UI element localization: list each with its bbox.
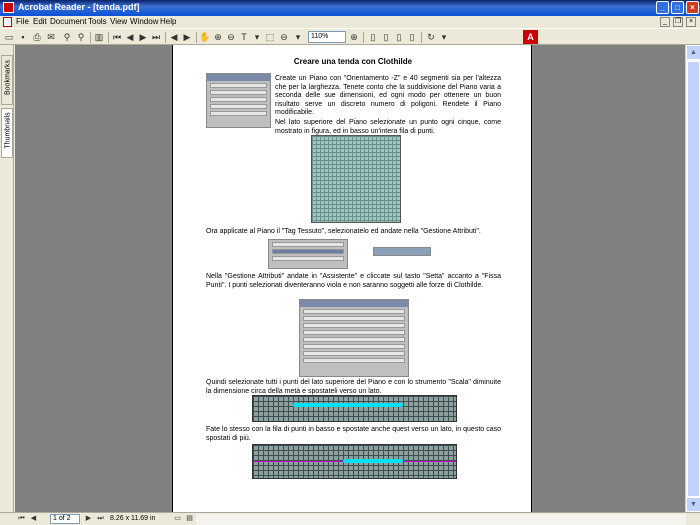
figure-tag-icons [373, 247, 431, 256]
save-icon[interactable]: ▪ [17, 31, 29, 43]
maximize-button[interactable]: □ [671, 1, 684, 14]
zoom-out-icon[interactable]: ⊖ [225, 31, 237, 43]
select-text-tool-icon[interactable]: T [238, 31, 250, 43]
page-title: Creare una tenda con Clothilde [293, 57, 413, 66]
last-page-icon[interactable]: ⏭ [150, 31, 162, 43]
menu-window[interactable]: Window [130, 17, 158, 26]
paragraph-3: Ora applicate al Piano il "Tag Tessuto",… [206, 228, 481, 235]
document-icon[interactable] [3, 17, 12, 27]
minimize-button[interactable]: _ [656, 1, 669, 14]
single-page-icon[interactable]: ▭ [172, 514, 183, 524]
tab-bookmarks[interactable]: Bookmarks [1, 55, 13, 105]
last-page-nav-icon[interactable]: ⏭ [95, 514, 106, 524]
paragraph-5: Quindi selezionate tutti i punti del lat… [206, 379, 501, 395]
page-size: 8.26 x 11.69 in [110, 515, 156, 522]
zoom-in-tool-icon[interactable]: ⊕ [212, 31, 224, 43]
first-page-icon[interactable]: ⏮ [111, 31, 123, 43]
zoom-dropdown-icon[interactable]: ▾ [292, 31, 304, 43]
menu-tools[interactable]: Tools [88, 17, 107, 26]
paragraph-4: Nella "Gestione Attributi" andate in "As… [206, 273, 501, 289]
prev-page-nav-icon[interactable]: ◀ [28, 514, 39, 524]
menu-edit[interactable]: Edit [33, 17, 47, 26]
figure-moved-bottom-row [252, 444, 457, 479]
figure-selected-points [311, 135, 401, 223]
horizontal-scrollbar[interactable] [196, 514, 686, 525]
figure-attribute-manager [299, 299, 409, 377]
paragraph-2: Nel lato superiore del Piano selezionate… [275, 119, 501, 135]
next-page-nav-icon[interactable]: ▶ [83, 514, 94, 524]
fit-width-icon[interactable]: ▯ [393, 31, 405, 43]
figure-context-menu [268, 239, 348, 269]
find-icon[interactable]: ⚲ [75, 31, 87, 43]
status-bar: ⏮ ◀ 1 of 2 ▶ ⏭ 8.26 x 11.69 in ▭ ▤ [0, 512, 700, 525]
figure-scaled-top-row [252, 395, 457, 422]
fit-visible-icon[interactable]: ▯ [406, 31, 418, 43]
zoom-in-button-icon[interactable]: ⊕ [348, 31, 360, 43]
paragraph-1: Create un Piano con "Orientamento -Z" e … [275, 75, 501, 117]
scroll-thumb[interactable] [687, 61, 700, 497]
scroll-down-icon[interactable]: ▼ [686, 497, 700, 512]
window-title: Acrobat Reader - [tenda.pdf] [18, 2, 140, 12]
email-icon[interactable]: ✉ [45, 31, 57, 43]
rotate-dropdown-icon[interactable]: ▾ [438, 31, 450, 43]
menu-help[interactable]: Help [160, 17, 176, 26]
doc-restore-button[interactable]: ❐ [673, 17, 683, 27]
navigation-pane: Bookmarks Thumbnails [0, 45, 14, 512]
graphics-select-icon[interactable]: ⬚ [264, 31, 276, 43]
previous-page-icon[interactable]: ◀ [124, 31, 136, 43]
zoom-out-button-icon[interactable]: ⊖ [278, 31, 290, 43]
zoom-level-field[interactable]: 110% [308, 31, 346, 43]
actual-size-icon[interactable]: ▯ [367, 31, 379, 43]
toolbar: ▭ ▪ ⎙ ✉ ⚲ ⚲ ▥ ⏮ ◀ ▶ ⏭ ◀ ▶ ✋ ⊕ ⊖ T ▾ ⬚ ⊖ … [0, 28, 700, 45]
page-number-field[interactable]: 1 of 2 [50, 514, 80, 524]
title-bar: Acrobat Reader - [tenda.pdf] _ □ × [0, 0, 700, 16]
menu-bar: File Edit Document Tools View Window Hel… [0, 16, 700, 28]
scroll-up-icon[interactable]: ▲ [686, 45, 700, 60]
navigation-pane-icon[interactable]: ▥ [93, 31, 105, 43]
vertical-scrollbar[interactable]: ▲ ▼ [685, 45, 700, 512]
print-icon[interactable]: ⎙ [31, 31, 43, 43]
rotate-icon[interactable]: ↻ [425, 31, 437, 43]
text-tool-dropdown-icon[interactable]: ▾ [251, 31, 263, 43]
menu-file[interactable]: File [16, 17, 29, 26]
acrobat-app-icon[interactable] [3, 2, 14, 13]
doc-close-button[interactable]: × [686, 17, 696, 27]
open-icon[interactable]: ▭ [3, 31, 15, 43]
go-forward-icon[interactable]: ▶ [181, 31, 193, 43]
go-back-icon[interactable]: ◀ [168, 31, 180, 43]
tab-thumbnails[interactable]: Thumbnails [1, 108, 13, 158]
fit-page-icon[interactable]: ▯ [380, 31, 392, 43]
continuous-page-icon[interactable]: ▤ [184, 514, 195, 524]
paragraph-6: Fate lo stesso con la fila di punti in b… [206, 426, 501, 442]
figure-plane-settings [206, 73, 271, 128]
doc-minimize-button[interactable]: _ [660, 17, 670, 27]
pdf-page: Creare una tenda con Clothilde Create un… [172, 45, 532, 512]
hand-tool-icon[interactable]: ✋ [199, 31, 211, 43]
next-page-icon[interactable]: ▶ [137, 31, 149, 43]
document-view[interactable]: Creare una tenda con Clothilde Create un… [15, 45, 685, 512]
search-icon[interactable]: ⚲ [61, 31, 73, 43]
first-page-nav-icon[interactable]: ⏮ [16, 514, 27, 524]
menu-document[interactable]: Document [50, 17, 86, 26]
menu-view[interactable]: View [110, 17, 127, 26]
close-button[interactable]: × [686, 1, 699, 14]
adobe-logo-icon: A [523, 30, 538, 44]
